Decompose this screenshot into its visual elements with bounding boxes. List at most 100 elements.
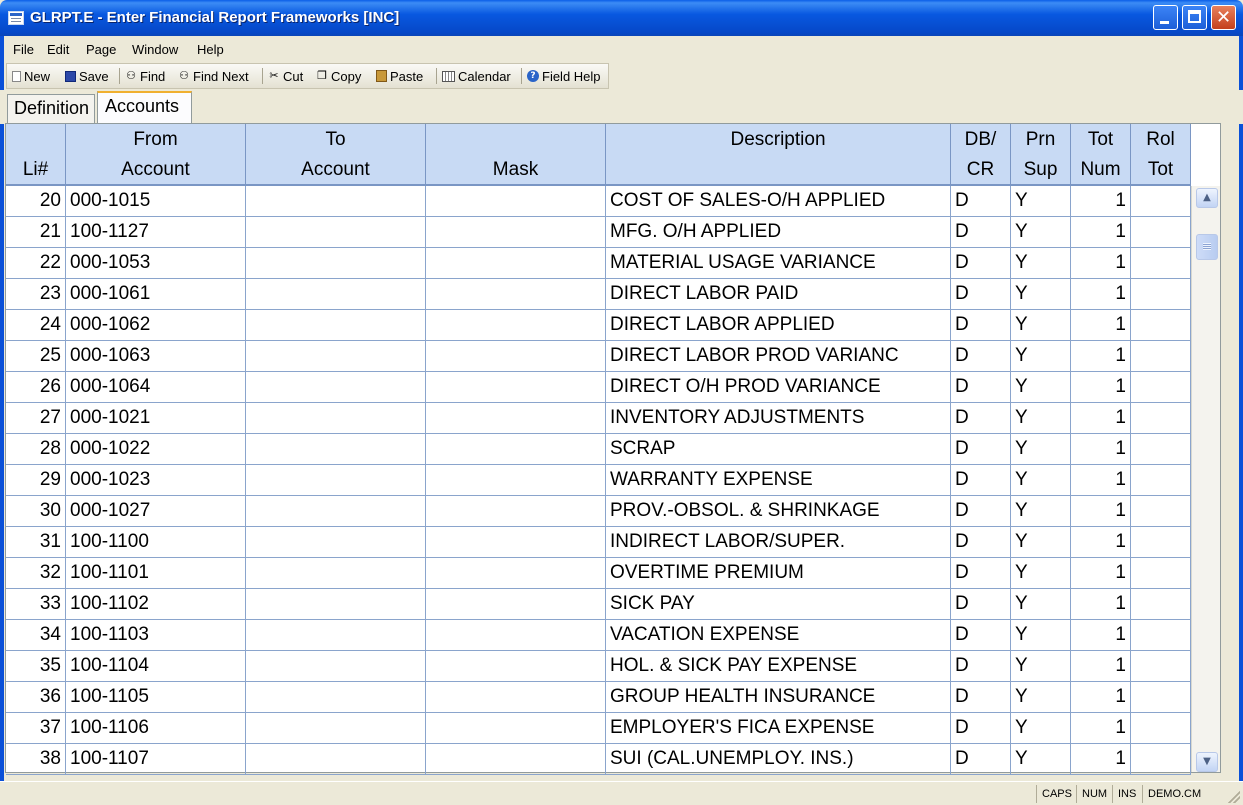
line-number-cell[interactable]: 21 bbox=[6, 217, 66, 248]
db-cr-cell[interactable]: D bbox=[951, 372, 1011, 403]
mask-cell[interactable] bbox=[426, 527, 606, 558]
description-cell[interactable]: INVENTORY ADJUSTMENTS bbox=[606, 403, 951, 434]
mask-cell[interactable] bbox=[426, 434, 606, 465]
print-suppress-cell[interactable]: Y bbox=[1011, 651, 1071, 682]
table-row[interactable]: 21 100-1127 MFG. O/H APPLIED D Y 1 bbox=[6, 217, 1191, 248]
line-number-cell[interactable]: 23 bbox=[6, 279, 66, 310]
scroll-thumb[interactable] bbox=[1196, 234, 1218, 260]
table-row[interactable]: 32 100-1101 OVERTIME PREMIUM D Y 1 bbox=[6, 558, 1191, 589]
print-suppress-cell[interactable]: Y bbox=[1011, 558, 1071, 589]
menu-file[interactable]: File bbox=[13, 42, 34, 57]
close-button[interactable] bbox=[1211, 5, 1236, 30]
to-account-cell[interactable] bbox=[246, 279, 426, 310]
to-account-cell[interactable] bbox=[246, 248, 426, 279]
total-number-cell[interactable]: 1 bbox=[1071, 279, 1131, 310]
roll-total-cell[interactable] bbox=[1131, 527, 1191, 558]
mask-cell[interactable] bbox=[426, 496, 606, 527]
total-number-cell[interactable]: 1 bbox=[1071, 558, 1131, 589]
table-row[interactable]: 30 000-1027 PROV.-OBSOL. & SHRINKAGE D Y 1 bbox=[6, 496, 1191, 527]
table-row[interactable]: 25 000-1063 DIRECT LABOR PROD VARIANC D Y 1 bbox=[6, 341, 1191, 372]
menu-window[interactable]: Window bbox=[132, 42, 178, 57]
paste-button[interactable]: Paste bbox=[376, 64, 423, 88]
line-number-cell[interactable]: 27 bbox=[6, 403, 66, 434]
to-account-cell[interactable] bbox=[246, 744, 426, 775]
db-cr-cell[interactable]: D bbox=[951, 279, 1011, 310]
description-cell[interactable]: SCRAP bbox=[606, 434, 951, 465]
mask-cell[interactable] bbox=[426, 713, 606, 744]
line-number-cell[interactable]: 36 bbox=[6, 682, 66, 713]
resize-grip-icon[interactable] bbox=[1228, 791, 1240, 803]
description-cell[interactable]: DIRECT LABOR PAID bbox=[606, 279, 951, 310]
to-account-cell[interactable] bbox=[246, 434, 426, 465]
from-account-cell[interactable]: 100-1106 bbox=[66, 713, 246, 744]
table-row[interactable]: 22 000-1053 MATERIAL USAGE VARIANCE D Y 1 bbox=[6, 248, 1191, 279]
maximize-button[interactable] bbox=[1182, 5, 1207, 30]
roll-total-cell[interactable] bbox=[1131, 279, 1191, 310]
db-cr-cell[interactable]: D bbox=[951, 558, 1011, 589]
table-row[interactable]: 24 000-1062 DIRECT LABOR APPLIED D Y 1 bbox=[6, 310, 1191, 341]
mask-cell[interactable] bbox=[426, 682, 606, 713]
print-suppress-cell[interactable]: Y bbox=[1011, 620, 1071, 651]
total-number-cell[interactable]: 1 bbox=[1071, 589, 1131, 620]
field-help-button[interactable]: ? Field Help bbox=[527, 64, 601, 88]
description-cell[interactable]: GROUP HEALTH INSURANCE bbox=[606, 682, 951, 713]
menu-edit[interactable]: Edit bbox=[47, 42, 69, 57]
from-account-cell[interactable]: 100-1101 bbox=[66, 558, 246, 589]
description-cell[interactable]: MATERIAL USAGE VARIANCE bbox=[606, 248, 951, 279]
to-account-cell[interactable] bbox=[246, 310, 426, 341]
print-suppress-cell[interactable]: Y bbox=[1011, 589, 1071, 620]
vertical-scrollbar[interactable]: ▲ ▼ bbox=[1191, 186, 1220, 772]
db-cr-cell[interactable]: D bbox=[951, 620, 1011, 651]
print-suppress-cell[interactable]: Y bbox=[1011, 744, 1071, 775]
tab-definition[interactable]: Definition bbox=[7, 94, 95, 124]
to-account-cell[interactable] bbox=[246, 403, 426, 434]
db-cr-cell[interactable]: D bbox=[951, 713, 1011, 744]
total-number-cell[interactable]: 1 bbox=[1071, 527, 1131, 558]
menu-help[interactable]: Help bbox=[197, 42, 224, 57]
roll-total-cell[interactable] bbox=[1131, 217, 1191, 248]
minimize-button[interactable] bbox=[1153, 5, 1178, 30]
mask-cell[interactable] bbox=[426, 403, 606, 434]
from-account-cell[interactable]: 000-1021 bbox=[66, 403, 246, 434]
line-number-cell[interactable]: 35 bbox=[6, 651, 66, 682]
mask-cell[interactable] bbox=[426, 310, 606, 341]
table-row[interactable]: 26 000-1064 DIRECT O/H PROD VARIANCE D Y 1 bbox=[6, 372, 1191, 403]
db-cr-cell[interactable]: D bbox=[951, 744, 1011, 775]
from-account-cell[interactable]: 100-1103 bbox=[66, 620, 246, 651]
from-account-cell[interactable]: 000-1053 bbox=[66, 248, 246, 279]
table-row[interactable]: 29 000-1023 WARRANTY EXPENSE D Y 1 bbox=[6, 465, 1191, 496]
new-button[interactable]: New bbox=[12, 64, 50, 88]
roll-total-cell[interactable] bbox=[1131, 372, 1191, 403]
table-row[interactable]: 36 100-1105 GROUP HEALTH INSURANCE D Y 1 bbox=[6, 682, 1191, 713]
scroll-up-button[interactable]: ▲ bbox=[1196, 188, 1218, 208]
to-account-cell[interactable] bbox=[246, 589, 426, 620]
to-account-cell[interactable] bbox=[246, 527, 426, 558]
print-suppress-cell[interactable]: Y bbox=[1011, 434, 1071, 465]
mask-cell[interactable] bbox=[426, 465, 606, 496]
print-suppress-cell[interactable]: Y bbox=[1011, 310, 1071, 341]
print-suppress-cell[interactable]: Y bbox=[1011, 465, 1071, 496]
to-account-cell[interactable] bbox=[246, 620, 426, 651]
print-suppress-cell[interactable]: Y bbox=[1011, 527, 1071, 558]
description-cell[interactable]: WARRANTY EXPENSE bbox=[606, 465, 951, 496]
from-account-cell[interactable]: 100-1102 bbox=[66, 589, 246, 620]
db-cr-cell[interactable]: D bbox=[951, 651, 1011, 682]
roll-total-cell[interactable] bbox=[1131, 186, 1191, 217]
print-suppress-cell[interactable]: Y bbox=[1011, 713, 1071, 744]
roll-total-cell[interactable] bbox=[1131, 558, 1191, 589]
title-bar[interactable]: GLRPT.E - Enter Financial Report Framewo… bbox=[0, 0, 1243, 36]
description-cell[interactable]: PROV.-OBSOL. & SHRINKAGE bbox=[606, 496, 951, 527]
description-cell[interactable]: COST OF SALES-O/H APPLIED bbox=[606, 186, 951, 217]
db-cr-cell[interactable]: D bbox=[951, 589, 1011, 620]
line-number-cell[interactable]: 33 bbox=[6, 589, 66, 620]
db-cr-cell[interactable]: D bbox=[951, 465, 1011, 496]
scroll-down-button[interactable]: ▼ bbox=[1196, 752, 1218, 772]
save-button[interactable]: Save bbox=[65, 64, 109, 88]
print-suppress-cell[interactable]: Y bbox=[1011, 403, 1071, 434]
description-cell[interactable]: OVERTIME PREMIUM bbox=[606, 558, 951, 589]
table-row[interactable]: 20 000-1015 COST OF SALES-O/H APPLIED D Y 1 bbox=[6, 186, 1191, 217]
roll-total-cell[interactable] bbox=[1131, 589, 1191, 620]
calendar-button[interactable]: Calendar bbox=[442, 64, 511, 88]
mask-cell[interactable] bbox=[426, 217, 606, 248]
find-next-button[interactable]: ⚇ Find Next bbox=[178, 64, 249, 88]
